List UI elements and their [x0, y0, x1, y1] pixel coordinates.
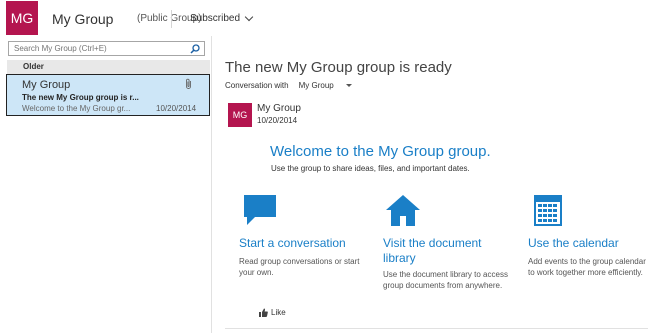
card-description: Use the document library to access group…: [383, 270, 508, 290]
conversation-preview: Welcome to the My Group gr...: [22, 104, 131, 113]
conversation-list-item[interactable]: My Group The new My Group group is r... …: [6, 74, 210, 116]
reading-pane: The new My Group group is ready Conversa…: [213, 36, 648, 333]
subscribed-dropdown[interactable]: Subscribed: [190, 12, 254, 24]
calendar-link[interactable]: Use the calendar: [528, 236, 648, 251]
subscribed-label: Subscribed: [190, 13, 241, 24]
search-icon[interactable]: [190, 44, 200, 54]
conversation-sender: My Group: [22, 79, 71, 91]
card-description: Add events to the group calendar to work…: [528, 257, 646, 277]
paperclip-icon: [186, 78, 191, 89]
card-description: Read group conversations or start your o…: [239, 257, 360, 277]
start-conversation-link[interactable]: Start a conversation: [239, 236, 369, 251]
section-label: Older: [23, 62, 44, 71]
group-header: MG My Group (Public Group) Subscribed: [0, 0, 648, 36]
conversation-date: 10/20/2014: [156, 104, 197, 113]
chevron-down-icon: [244, 12, 254, 22]
like-label: Like: [271, 308, 286, 317]
document-library-link[interactable]: Visit the document library: [383, 236, 513, 266]
message-divider: [225, 328, 648, 329]
header-divider: [171, 10, 172, 28]
conversation-subject: The new My Group group is r...: [22, 93, 139, 102]
like-button[interactable]: Like: [259, 308, 286, 317]
conversation-with: Conversation with My Group: [225, 81, 352, 90]
caret-down-icon[interactable]: [345, 84, 352, 87]
thread-title: The new My Group group is ready: [225, 59, 452, 76]
message-sender[interactable]: My Group: [257, 103, 301, 114]
search-box[interactable]: [8, 41, 205, 56]
house-icon[interactable]: [383, 192, 423, 228]
speech-bubble-icon[interactable]: [239, 192, 279, 228]
conversation-with-label: Conversation with: [225, 81, 289, 90]
message-date: 10/20/2014: [257, 116, 298, 125]
calendar-icon[interactable]: [528, 192, 568, 228]
thumbs-up-icon: [259, 308, 268, 317]
welcome-subtitle: Use the group to share ideas, files, and…: [271, 164, 470, 173]
conversation-with-value[interactable]: My Group: [299, 81, 334, 90]
group-name[interactable]: My Group: [52, 11, 113, 27]
message-avatar[interactable]: MG: [228, 103, 252, 127]
group-avatar[interactable]: MG: [6, 1, 38, 35]
conversation-list-pane: Older My Group The new My Group group is…: [0, 36, 212, 333]
search-input[interactable]: [9, 42, 187, 55]
section-header-older[interactable]: Older: [7, 60, 210, 74]
welcome-title: Welcome to the My Group group.: [270, 143, 491, 160]
